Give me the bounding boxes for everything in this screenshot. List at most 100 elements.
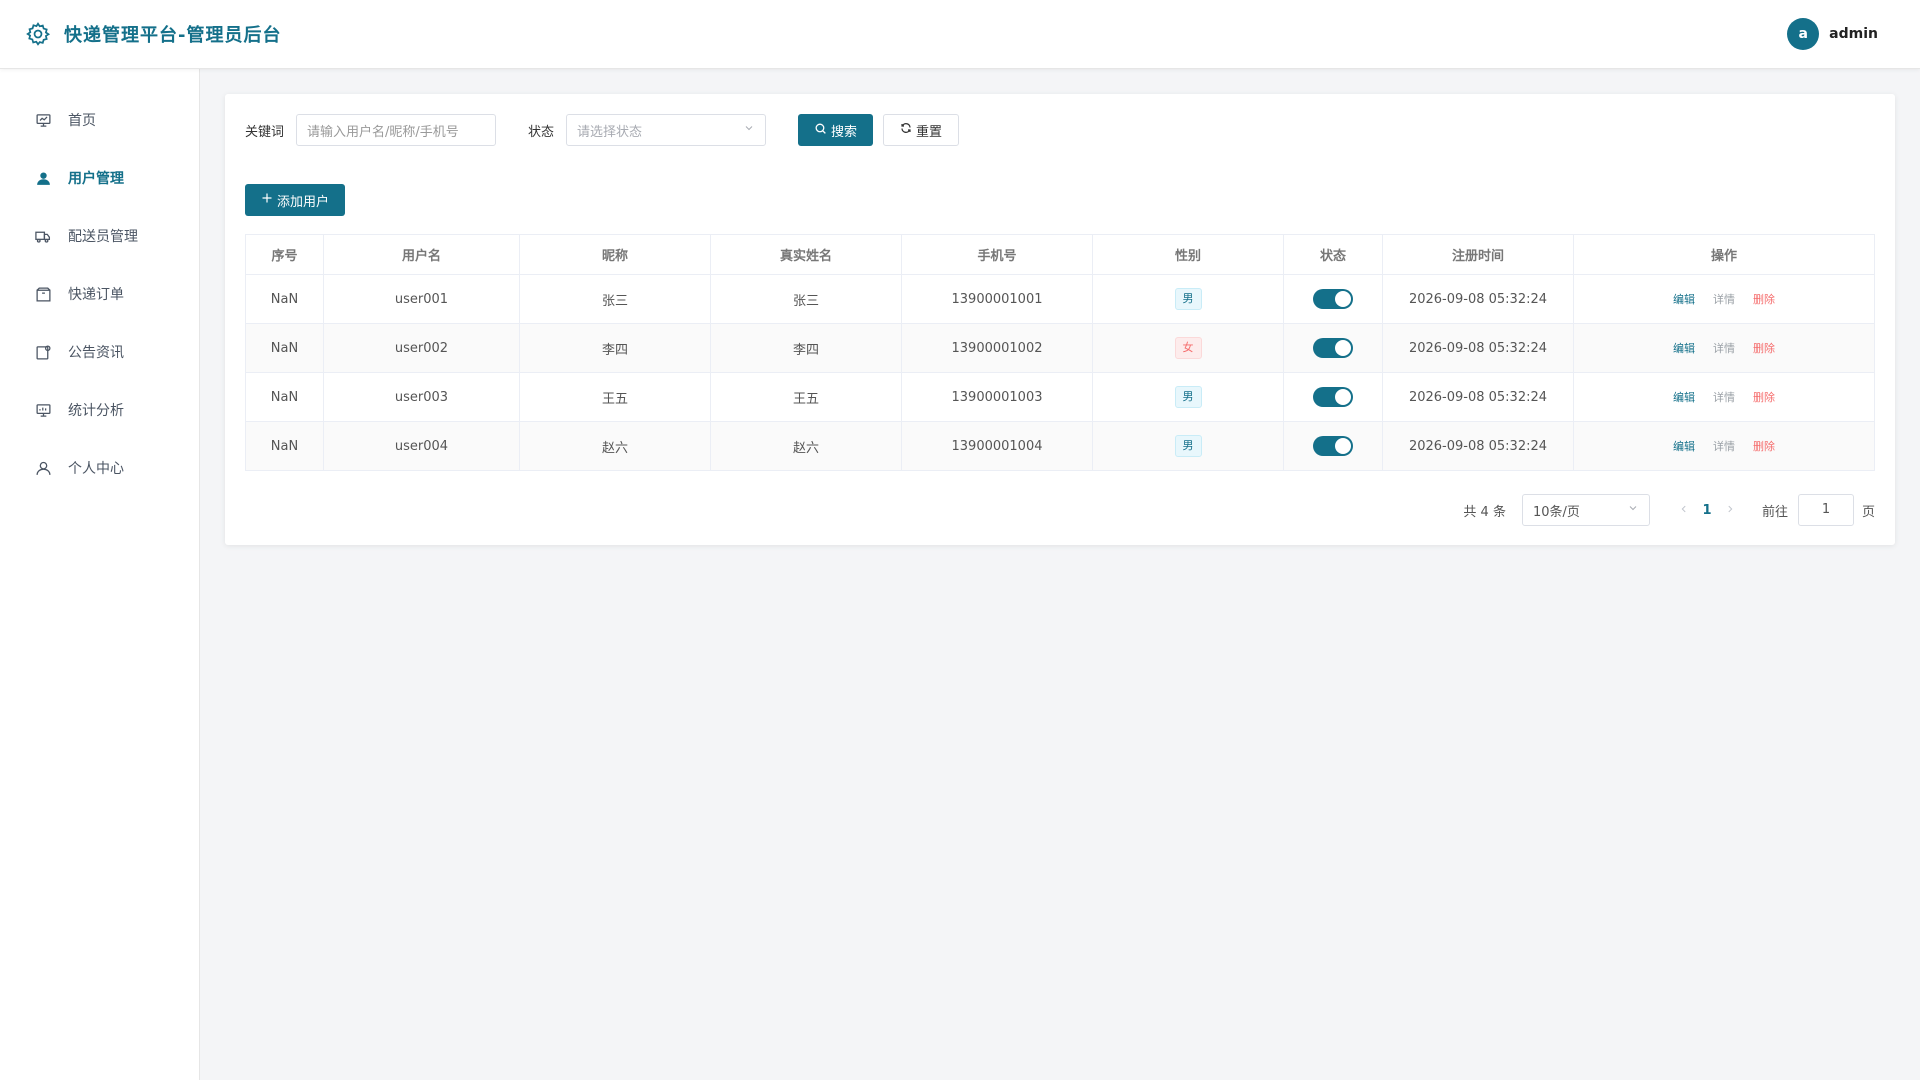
sidebar-item-label: 个人中心 xyxy=(68,461,124,477)
sidebar-item-notices[interactable]: 公告资讯 xyxy=(0,323,199,381)
cell-created: 2026-09-08 05:32:24 xyxy=(1382,421,1574,471)
search-button[interactable]: 搜索 xyxy=(798,114,874,146)
status-toggle[interactable] xyxy=(1313,436,1353,456)
table-row: NaN user002 李四 李四 13900001002 女 2026-09-… xyxy=(245,323,1875,373)
delete-link[interactable]: 删除 xyxy=(1753,291,1775,307)
cell-realname: 张三 xyxy=(710,274,902,324)
cell-nickname: 李四 xyxy=(519,323,711,373)
cell-gender: 男 xyxy=(1092,372,1284,422)
cell-created: 2026-09-08 05:32:24 xyxy=(1382,372,1574,422)
keyword-label: 关键词 xyxy=(245,124,285,140)
page-number-current[interactable]: 1 xyxy=(1694,503,1720,518)
cell-actions: 编辑 详情 删除 xyxy=(1573,372,1875,422)
delete-link[interactable]: 删除 xyxy=(1753,438,1775,454)
detail-link[interactable]: 详情 xyxy=(1713,291,1735,307)
cell-phone: 13900001003 xyxy=(901,372,1093,422)
edit-link[interactable]: 编辑 xyxy=(1673,438,1695,454)
delete-link[interactable]: 删除 xyxy=(1753,340,1775,356)
cell-created: 2026-09-08 05:32:24 xyxy=(1382,323,1574,373)
cell-gender: 女 xyxy=(1092,323,1284,373)
status-select-placeholder: 请选择状态 xyxy=(577,124,643,140)
chevron-down-icon xyxy=(743,122,755,138)
page-size-select[interactable]: 10条/页 xyxy=(1521,494,1650,526)
gender-tag: 女 xyxy=(1174,337,1202,359)
cell-nickname: 王五 xyxy=(519,372,711,422)
sidebar-item-label: 首页 xyxy=(68,113,96,129)
sidebar-item-couriers[interactable]: 配送员管理 xyxy=(0,207,199,265)
user-icon xyxy=(34,459,52,477)
action-bar: 添加用户 xyxy=(245,184,1875,216)
sidebar-item-profile[interactable]: 个人中心 xyxy=(0,439,199,497)
add-user-button[interactable]: 添加用户 xyxy=(245,184,346,216)
gender-tag: 男 xyxy=(1174,386,1202,408)
edit-link[interactable]: 编辑 xyxy=(1673,340,1695,356)
cell-gender: 男 xyxy=(1092,421,1284,471)
status-select[interactable]: 请选择状态 xyxy=(566,114,767,146)
chevron-down-icon xyxy=(1627,502,1639,518)
reset-button-label: 重置 xyxy=(916,124,943,140)
page-suffix: 页 xyxy=(1861,504,1875,520)
truck-icon xyxy=(34,227,52,245)
main-card: 关键词 请输入用户名/昵称/手机号 状态 请选择状态 搜索 重置 添加用户 序号… xyxy=(225,94,1895,545)
plus-icon xyxy=(261,192,273,208)
detail-link[interactable]: 详情 xyxy=(1713,389,1735,405)
cell-index: NaN xyxy=(245,274,324,324)
sidebar-item-users[interactable]: 用户管理 xyxy=(0,149,199,207)
table-row: NaN user004 赵六 赵六 13900001004 男 2026-09-… xyxy=(245,421,1875,471)
status-toggle[interactable] xyxy=(1313,289,1353,309)
filter-bar: 关键词 请输入用户名/昵称/手机号 状态 请选择状态 搜索 重置 xyxy=(245,114,1875,146)
cell-created: 2026-09-08 05:32:24 xyxy=(1382,274,1574,324)
gender-tag: 男 xyxy=(1174,288,1202,310)
col-username: 用户名 xyxy=(323,234,520,275)
cell-index: NaN xyxy=(245,323,324,373)
next-page-icon[interactable] xyxy=(1720,503,1740,517)
detail-link[interactable]: 详情 xyxy=(1713,438,1735,454)
status-toggle[interactable] xyxy=(1313,387,1353,407)
cell-phone: 13900001004 xyxy=(901,421,1093,471)
cell-nickname: 赵六 xyxy=(519,421,711,471)
sidebar-item-stats[interactable]: 统计分析 xyxy=(0,381,199,439)
cell-actions: 编辑 详情 删除 xyxy=(1573,421,1875,471)
col-index: 序号 xyxy=(245,234,324,275)
reset-button[interactable]: 重置 xyxy=(883,114,960,146)
sidebar-item-home[interactable]: 首页 xyxy=(0,91,199,149)
cell-realname: 王五 xyxy=(710,372,902,422)
cell-index: NaN xyxy=(245,421,324,471)
sidebar-item-label: 统计分析 xyxy=(68,403,124,419)
edit-link[interactable]: 编辑 xyxy=(1673,389,1695,405)
cell-phone: 13900001001 xyxy=(901,274,1093,324)
col-gender: 性别 xyxy=(1092,234,1284,275)
pagination: 共 4 条 10条/页 1 前往 1 页 xyxy=(1463,494,1875,526)
avatar[interactable]: a xyxy=(1787,18,1820,50)
sidebar-item-label: 用户管理 xyxy=(68,171,124,187)
sidebar-item-orders[interactable]: 快递订单 xyxy=(0,265,199,323)
cell-status xyxy=(1283,323,1383,373)
status-toggle[interactable] xyxy=(1313,338,1353,358)
top-header: 快递管理平台-管理员后台 a admin xyxy=(0,0,1920,69)
chart-icon xyxy=(34,401,52,419)
user-menu[interactable]: a admin xyxy=(1787,18,1878,50)
detail-link[interactable]: 详情 xyxy=(1713,340,1735,356)
col-actions: 操作 xyxy=(1573,234,1875,275)
col-realname: 真实姓名 xyxy=(710,234,902,275)
cell-phone: 13900001002 xyxy=(901,323,1093,373)
cell-status xyxy=(1283,421,1383,471)
cell-gender: 男 xyxy=(1092,274,1284,324)
delete-link[interactable]: 删除 xyxy=(1753,389,1775,405)
brand: 快递管理平台-管理员后台 xyxy=(24,20,281,48)
cell-realname: 李四 xyxy=(710,323,902,373)
col-phone: 手机号 xyxy=(901,234,1093,275)
search-button-label: 搜索 xyxy=(831,124,858,140)
sidebar-item-label: 配送员管理 xyxy=(68,229,138,245)
pagination-total: 共 4 条 xyxy=(1463,504,1506,520)
keyword-input[interactable]: 请输入用户名/昵称/手机号 xyxy=(296,114,497,146)
col-created: 注册时间 xyxy=(1382,234,1574,275)
page-size-value: 10条/页 xyxy=(1532,504,1580,520)
refresh-icon xyxy=(900,122,912,138)
goto-page-input[interactable]: 1 xyxy=(1797,494,1854,526)
prev-page-icon[interactable] xyxy=(1674,503,1694,517)
cell-status xyxy=(1283,372,1383,422)
goto-label: 前往 xyxy=(1761,504,1788,520)
edit-link[interactable]: 编辑 xyxy=(1673,291,1695,307)
username[interactable]: admin xyxy=(1829,26,1878,42)
